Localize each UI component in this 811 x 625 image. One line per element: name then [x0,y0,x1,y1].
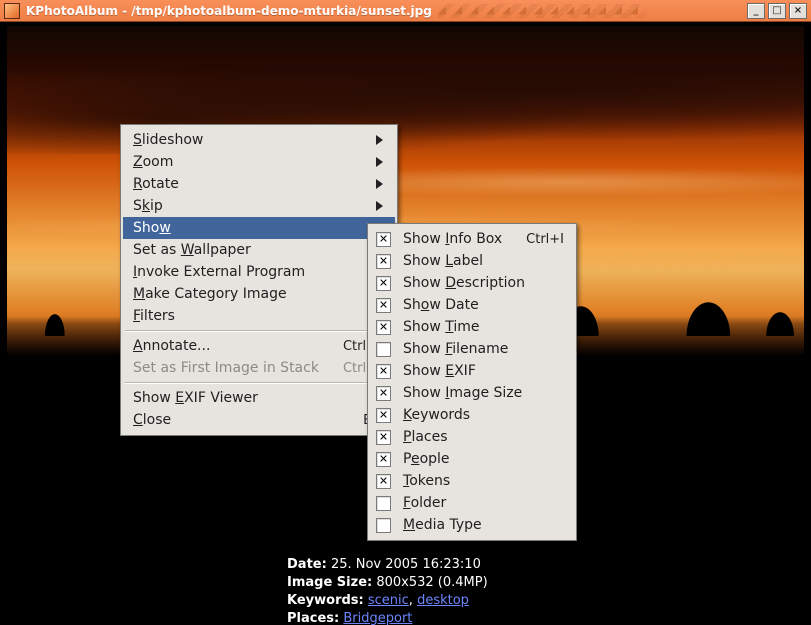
submenu-item-people[interactable]: People [370,448,574,470]
menu-separator [125,382,393,384]
menu-item-set-as-wallpaper[interactable]: Set as Wallpaper [123,239,395,261]
show-submenu[interactable]: Show Info Box Ctrl+I Show Label Show Descri… [367,223,577,541]
menu-item-label: Make Category Image [133,286,370,302]
menu-item-make-category-image[interactable]: Make Category Image [123,283,395,305]
menu-item-label: Close [133,412,339,428]
submenu-item-tokens[interactable]: Tokens [370,470,574,492]
titlebar-decoration [438,4,741,18]
place-link[interactable]: Bridgeport [343,611,412,625]
submenu-item-keywords[interactable]: Keywords [370,404,574,426]
menu-item-filters[interactable]: Filters [123,305,395,327]
menu-item-label: Skip [133,198,370,214]
submenu-item-show-description[interactable]: Show Description [370,272,574,294]
submenu-item-show-image-size[interactable]: Show Image Size [370,382,574,404]
keyword-link[interactable]: desktop [417,593,469,608]
submenu-arrow-icon [376,201,385,211]
menu-item-label: Set as First Image in Stack [133,360,319,376]
menu-item-invoke-external-program[interactable]: Invoke External Program [123,261,395,283]
checkbox-icon [376,320,391,335]
menu-item-annotate[interactable]: Annotate...Ctrl+1 [123,335,395,357]
close-window-button[interactable]: × [789,3,807,19]
menu-item-label: Zoom [133,154,370,170]
menu-item-set-as-first-image-in-stack: Set as First Image in StackCtrl+4 [123,357,395,379]
checkbox-icon [376,452,391,467]
submenu-arrow-icon [376,157,385,167]
info-date: Date: 25. Nov 2005 16:23:10 [287,556,523,574]
submenu-item-label: Tokens [403,473,564,489]
info-places: Places: Bridgeport [287,610,523,625]
info-box[interactable]: Date: 25. Nov 2005 16:23:10 Image Size: … [287,556,523,625]
titlebar[interactable]: KPhotoAlbum - /tmp/kphotoalbum-demo-mtur… [0,0,811,22]
submenu-item-label: Show Filename [403,341,564,357]
maximize-button[interactable]: □ [768,3,786,19]
checkbox-icon [376,364,391,379]
submenu-item-label: Show EXIF [403,363,564,379]
submenu-item-label: Show Label [403,253,564,269]
submenu-item-show-date[interactable]: Show Date [370,294,574,316]
window-title: KPhotoAlbum - /tmp/kphotoalbum-demo-mtur… [26,4,432,18]
menu-item-label: Show EXIF Viewer [133,390,385,406]
menu-separator [125,330,393,332]
menu-item-label: Annotate... [133,338,319,354]
submenu-item-label: Show Time [403,319,564,335]
submenu-item-label: Keywords [403,407,564,423]
checkbox-icon [376,474,391,489]
submenu-item-label: Show Description [403,275,564,291]
checkbox-icon [376,232,391,247]
submenu-item-show-filename[interactable]: Show Filename [370,338,574,360]
window-buttons: _ □ × [747,3,807,19]
submenu-item-label: People [403,451,564,467]
checkbox-icon [376,518,391,533]
submenu-item-accelerator: Ctrl+I [526,232,564,247]
submenu-arrow-icon [376,135,385,145]
menu-item-show[interactable]: Show [123,217,395,239]
menu-item-zoom[interactable]: Zoom [123,151,395,173]
checkbox-icon [376,496,391,511]
checkbox-icon [376,276,391,291]
submenu-item-label: Media Type [403,517,564,533]
submenu-item-media-type[interactable]: Media Type [370,514,574,536]
menu-item-rotate[interactable]: Rotate [123,173,395,195]
menu-item-label: Filters [133,308,370,324]
submenu-item-label: Show Info Box [403,231,506,247]
context-menu[interactable]: Slideshow Zoom Rotate Skip Show Set as Wallpa… [120,124,398,436]
menu-item-skip[interactable]: Skip [123,195,395,217]
menu-item-label: Set as Wallpaper [133,242,370,258]
submenu-item-show-time[interactable]: Show Time [370,316,574,338]
menu-item-label: Show [133,220,370,236]
submenu-item-label: Show Date [403,297,564,313]
keyword-link[interactable]: scenic [368,593,409,608]
app-icon [4,3,20,19]
submenu-item-label: Folder [403,495,564,511]
submenu-item-places[interactable]: Places [370,426,574,448]
submenu-item-show-info-box[interactable]: Show Info Box Ctrl+I [370,228,574,250]
viewer-body: Date: 25. Nov 2005 16:23:10 Image Size: … [0,22,811,625]
submenu-arrow-icon [376,179,385,189]
submenu-item-label: Places [403,429,564,445]
minimize-button[interactable]: _ [747,3,765,19]
submenu-item-label: Show Image Size [403,385,564,401]
checkbox-icon [376,386,391,401]
submenu-item-show-label[interactable]: Show Label [370,250,574,272]
checkbox-icon [376,298,391,313]
menu-item-label: Invoke External Program [133,264,370,280]
menu-item-show-exif-viewer[interactable]: Show EXIF Viewer [123,387,395,409]
checkbox-icon [376,342,391,357]
menu-item-slideshow[interactable]: Slideshow [123,129,395,151]
menu-item-label: Slideshow [133,132,370,148]
info-image-size: Image Size: 800x532 (0.4MP) [287,574,523,592]
submenu-item-folder[interactable]: Folder [370,492,574,514]
checkbox-icon [376,408,391,423]
submenu-item-show-exif[interactable]: Show EXIF [370,360,574,382]
menu-item-close[interactable]: CloseEsc [123,409,395,431]
checkbox-icon [376,254,391,269]
info-keywords: Keywords: scenic, desktop [287,592,523,610]
checkbox-icon [376,430,391,445]
menu-item-label: Rotate [133,176,370,192]
